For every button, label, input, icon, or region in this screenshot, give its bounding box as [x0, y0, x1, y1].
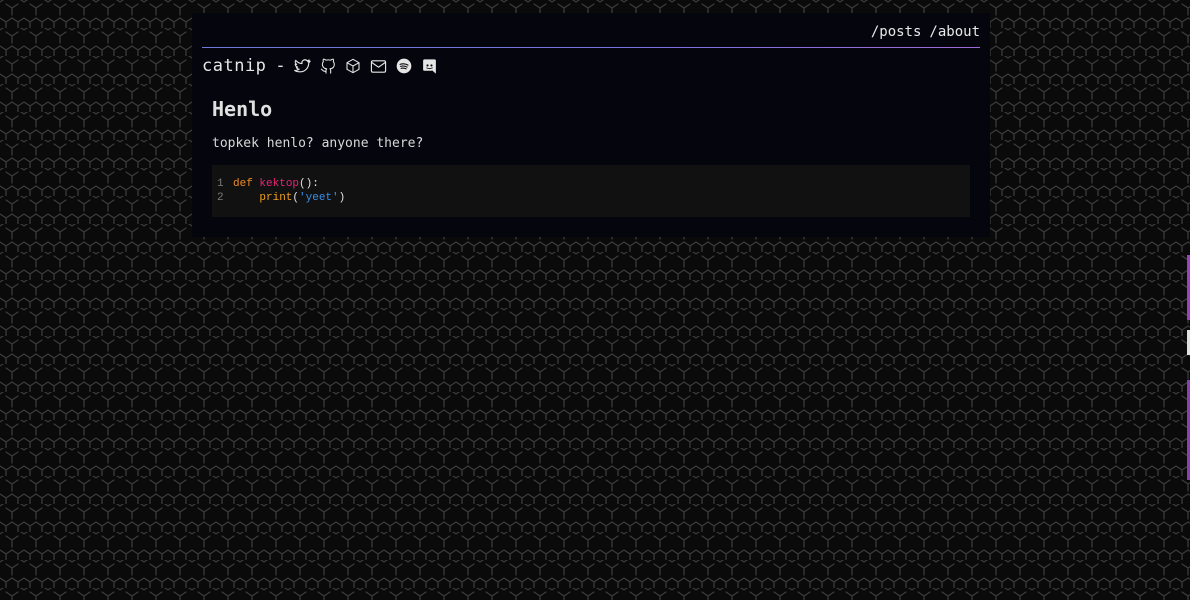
- code-line-1: 1 def kektop ():: [217, 177, 970, 191]
- social-icons: [293, 58, 438, 75]
- site-header: catnip -: [202, 55, 438, 77]
- content-panel: /posts /about catnip - Henlo topkek henl…: [192, 13, 990, 237]
- spotify-icon[interactable]: [396, 58, 412, 74]
- twitter-icon[interactable]: [293, 58, 311, 75]
- site-name[interactable]: catnip: [202, 56, 266, 76]
- discord-icon[interactable]: [421, 58, 438, 75]
- code-string: 'yeet': [299, 192, 339, 204]
- top-nav: /posts /about: [871, 24, 980, 40]
- header-separator: -: [275, 56, 286, 76]
- code-punctuation: ():: [299, 178, 319, 190]
- code-paren-close: ): [338, 192, 346, 204]
- line-number: 2: [217, 192, 224, 204]
- package-icon[interactable]: [345, 58, 361, 74]
- line-number: 1: [217, 178, 224, 190]
- header-divider: [202, 47, 980, 48]
- code-block: 1 def kektop (): 2 print('yeet'): [212, 165, 970, 217]
- mail-icon[interactable]: [370, 59, 387, 74]
- code-builtin: print: [259, 192, 293, 204]
- post-body: topkek henlo? anyone there?: [212, 136, 424, 151]
- nav-link-posts[interactable]: /posts: [871, 24, 922, 40]
- nav-link-about[interactable]: /about: [929, 24, 980, 40]
- code-keyword: def: [233, 178, 253, 190]
- code-line-2: 2 print('yeet'): [217, 191, 970, 205]
- post-title: Henlo: [212, 97, 273, 121]
- code-function-name: kektop: [259, 178, 300, 190]
- code-paren-open: (: [292, 192, 300, 204]
- github-icon[interactable]: [320, 58, 336, 75]
